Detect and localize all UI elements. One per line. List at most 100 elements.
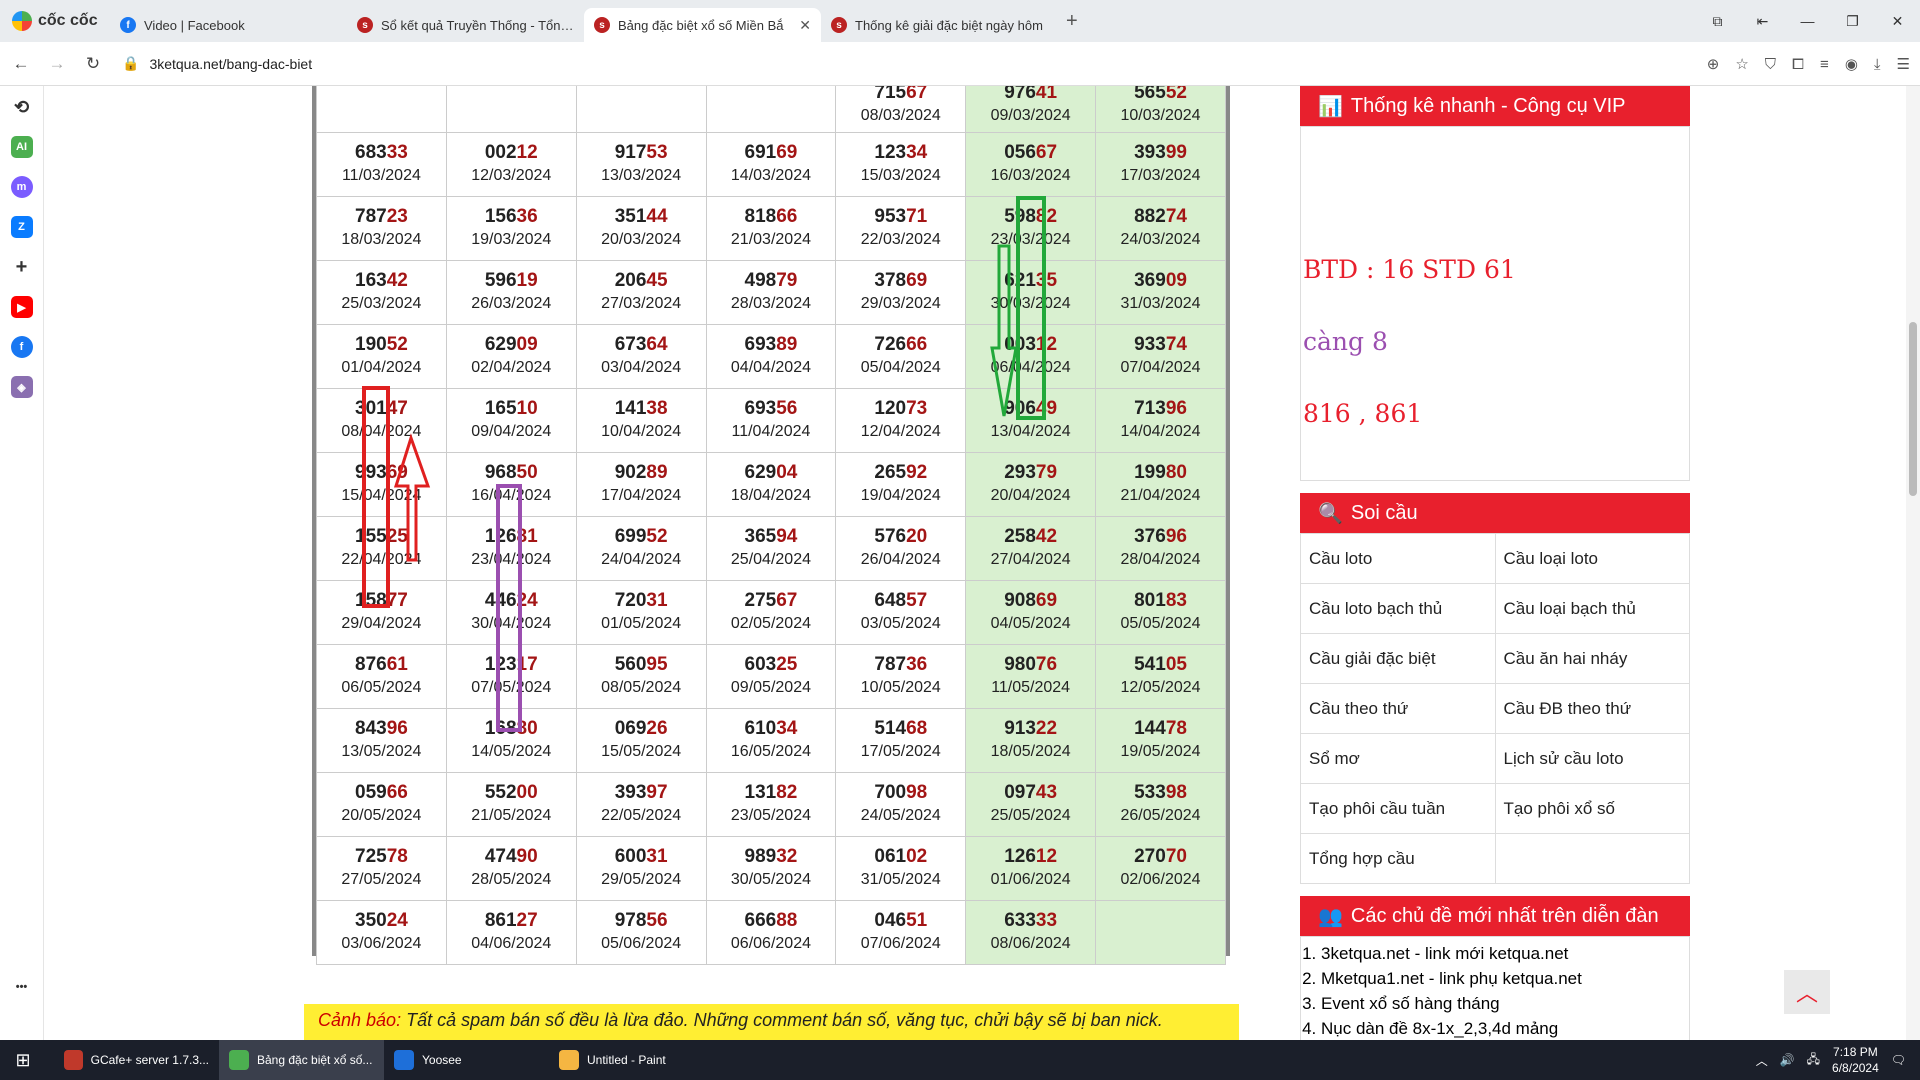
result-number-head: 258 [1004,525,1036,547]
page-scrollbar[interactable] [1906,86,1920,1040]
add-icon[interactable]: + [11,256,33,278]
result-number-tail: 12 [1035,333,1058,355]
result-number-head: 908 [1004,589,1036,611]
forum-topic-link[interactable]: Event xổ số hàng tháng [1321,991,1669,1016]
scroll-to-top-button[interactable]: ︿ [1784,970,1830,1014]
notifications-icon[interactable]: 🗨 [1891,1053,1906,1067]
result-cell: 71567 08/03/2024 [835,86,967,133]
soi-cau-link[interactable]: Cầu ĐB theo thứ [1494,683,1690,734]
result-number-head: 351 [614,205,647,227]
new-tab-button[interactable]: + [1066,10,1078,33]
result-number: 66688 [707,910,836,932]
history-icon[interactable]: ⟲ [11,96,33,118]
result-date: 02/04/2024 [471,358,552,376]
result-cell: 63333 08/06/2024 [965,900,1097,965]
ai-icon[interactable]: AI [10,136,33,158]
app-icon[interactable]: ◈ [10,376,33,398]
restore-button[interactable]: ❐ [1830,13,1875,30]
browser-tab[interactable]: s Thống kê giải đặc biệt ngày hôm [821,8,1058,42]
soi-cau-title: Soi cầu [1350,501,1418,524]
tab-close-icon[interactable]: ✕ [799,17,811,34]
result-cell: 49879 28/03/2024 [705,260,837,325]
profile-icon[interactable]: ◉ [1845,55,1858,73]
soi-cau-link[interactable]: Tạo phôi xổ số [1494,783,1690,834]
close-window-button[interactable]: ✕ [1875,13,1920,30]
result-cell: 16880 14/05/2024 [445,708,577,773]
result-date: 27/05/2024 [341,870,422,888]
forum-topic-link[interactable]: Mketqua1.net - link phụ ketqua.net [1321,966,1669,991]
soi-cau-link[interactable]: Cầu theo thứ [1300,683,1496,734]
zoom-icon[interactable]: ⊕ [1707,55,1720,73]
soi-cau-link[interactable]: Tạo phôi cầu tuần [1300,783,1496,834]
url-field[interactable]: 🔒 3ketqua.net/bang-dac-biet [122,55,312,72]
taskbar-app[interactable]: GCafe+ server 1.7.3... [54,1040,219,1080]
menu-icon[interactable]: ☰ [1897,55,1910,73]
result-number-head: 980 [1004,653,1036,675]
soi-cau-link[interactable]: Lịch sử cầu loto [1494,733,1690,784]
table-row: 15525 22/04/2024 12681 23/04/2024 69952 24/04… [316,516,1226,581]
shield-icon[interactable]: ⛉ [1765,56,1776,73]
result-number-head: 446 [484,589,517,611]
browser-tab[interactable]: f Video | Facebook [110,8,347,42]
reload-button[interactable]: ↻ [78,54,108,74]
soi-cau-link[interactable]: Sổ mơ [1300,733,1496,784]
browser-tab[interactable]: s Sổ kết quả Truyền Thống - Tổng h [347,8,584,42]
scrollbar-thumb[interactable] [1909,322,1917,496]
result-date: 20/05/2024 [341,806,422,824]
soi-cau-link[interactable]: Cầu loại bạch thủ [1494,583,1690,634]
main-content: 71567 08/03/2024 97641 09/03/2024 56552 10/03… [304,86,1284,1040]
download-icon[interactable]: ⤓ [1874,56,1881,73]
forum-topic-link[interactable]: Nục dàn đề 8x-1x_2,3,4d mảng [1321,1016,1669,1040]
extensions-icon[interactable]: ⧠ [1792,56,1804,73]
tab-favicon-icon: s [831,17,847,33]
soi-cau-link[interactable]: Tổng hợp cầu [1300,833,1496,884]
messenger-icon[interactable]: m [10,176,33,198]
forum-topic-link[interactable]: 3ketqua.net - link mới ketqua.net [1321,941,1669,966]
soi-cau-link[interactable]: Cầu giải đặc biệt [1300,633,1496,684]
tray-chevron-icon[interactable]: ︿ [1756,1052,1768,1069]
clock[interactable]: 7:18 PM 6/8/2024 [1832,1044,1879,1076]
volume-icon[interactable]: 🔊 [1780,1053,1795,1067]
zalo-icon[interactable]: Z [10,216,33,238]
result-date: 17/03/2024 [1120,166,1201,184]
special-prize-table: 71567 08/03/2024 97641 09/03/2024 56552 10/03… [316,86,1226,965]
windows-start-icon[interactable]: ⊞ [0,1040,46,1080]
soi-cau-link[interactable]: Cầu ăn hai nháy [1494,633,1690,684]
result-date: 19/04/2024 [860,486,941,504]
result-number-tail: 97 [646,781,668,803]
coccoc-logo[interactable]: cốc cốc [0,0,110,42]
taskbar-app-label: Yoosee [422,1053,462,1067]
more-icon[interactable]: ••• [11,976,33,998]
back-arrow-icon[interactable]: ⇤ [1740,13,1785,30]
minimize-button[interactable]: — [1785,13,1830,29]
soi-cau-link[interactable]: Cầu loto [1300,533,1496,584]
soi-cau-link[interactable]: Cầu loại loto [1494,533,1690,584]
result-number-tail: 52 [1165,86,1187,103]
result-number: 15525 [317,526,446,548]
result-number: 97641 [966,86,1095,104]
soi-cau-link[interactable]: Cầu loto bạch thủ [1300,583,1496,634]
result-number-tail: 66 [906,333,928,355]
star-icon[interactable]: ☆ [1735,55,1748,73]
forward-button[interactable]: → [42,54,72,74]
back-button[interactable]: ← [6,54,36,74]
taskbar-app[interactable]: Untitled - Paint [549,1040,714,1080]
playlist-icon[interactable]: ≡ [1820,56,1829,73]
result-number-tail: 74 [1165,333,1187,355]
result-cell: 12612 01/06/2024 [965,836,1097,901]
result-number: 99369 [317,462,446,484]
network-icon[interactable]: 🖧 [1807,1050,1820,1071]
screenshot-icon[interactable]: ⧉ [1695,13,1740,30]
facebook-icon[interactable]: f [10,336,33,358]
taskbar-app[interactable]: Bảng đặc biệt xổ số... [219,1040,384,1080]
taskbar-app-icon [64,1050,83,1070]
taskbar-app[interactable]: Yoosee [384,1040,549,1080]
result-number-head: 168 [484,717,517,739]
browser-tab[interactable]: s Bảng đặc biệt xổ số Miền Bắ ✕ [584,8,821,42]
result-number-head: 902 [614,461,647,483]
result-cell: 16342 25/03/2024 [316,260,447,325]
result-number: 19980 [1096,462,1225,484]
youtube-icon[interactable]: ▶ [10,296,33,318]
result-cell: 51468 17/05/2024 [835,708,967,773]
result-number-head: 156 [484,205,517,227]
